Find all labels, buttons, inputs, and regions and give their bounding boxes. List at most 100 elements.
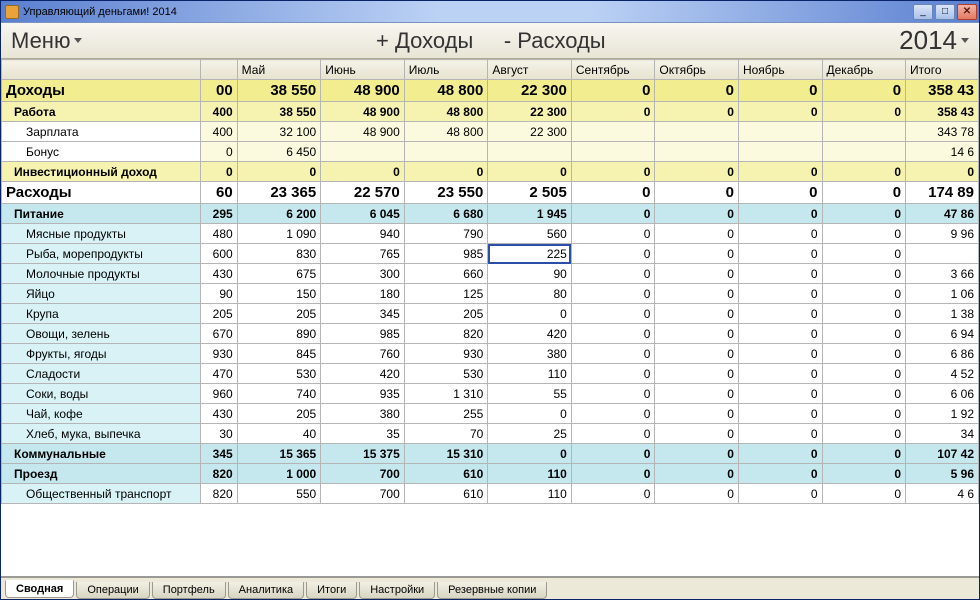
cell[interactable]: 930 xyxy=(404,344,488,364)
cell[interactable]: 0 xyxy=(822,304,906,324)
cell-partial[interactable]: 670 xyxy=(201,324,237,344)
cell[interactable]: 0 xyxy=(655,244,739,264)
cell[interactable]: 22 300 xyxy=(488,102,572,122)
cell[interactable]: 205 xyxy=(237,304,321,324)
cell[interactable]: 40 xyxy=(237,424,321,444)
header-total[interactable]: Итого xyxy=(906,60,979,80)
cell[interactable]: 0 xyxy=(488,162,572,182)
cell[interactable]: 6 680 xyxy=(404,204,488,224)
maximize-button[interactable]: □ xyxy=(935,4,955,20)
cell[interactable]: 0 xyxy=(655,264,739,284)
cell[interactable]: 150 xyxy=(237,284,321,304)
cell-partial[interactable]: 430 xyxy=(201,404,237,424)
row-label[interactable]: Зарплата xyxy=(2,122,201,142)
cell[interactable]: 420 xyxy=(321,364,405,384)
cell-total[interactable]: 343 78 xyxy=(906,122,979,142)
cell[interactable]: 0 xyxy=(655,404,739,424)
cell-partial[interactable]: 470 xyxy=(201,364,237,384)
cell[interactable]: 110 xyxy=(488,364,572,384)
cell[interactable]: 48 900 xyxy=(321,102,405,122)
cell[interactable]: 0 xyxy=(738,364,822,384)
cell[interactable]: 0 xyxy=(822,384,906,404)
cell-partial[interactable]: 345 xyxy=(201,444,237,464)
cell[interactable]: 530 xyxy=(237,364,321,384)
sheet-tab[interactable]: Аналитика xyxy=(228,582,304,599)
cell-partial[interactable]: 0 xyxy=(201,142,237,162)
cell[interactable]: 15 365 xyxy=(237,444,321,464)
cell[interactable]: 0 xyxy=(571,102,655,122)
cell[interactable]: 32 100 xyxy=(237,122,321,142)
sheet-tab[interactable]: Настройки xyxy=(359,582,435,599)
add-expense-button[interactable]: - Расходы xyxy=(504,28,606,53)
cell-total[interactable]: 4 52 xyxy=(906,364,979,384)
row-label[interactable]: Инвестиционный доход xyxy=(2,162,201,182)
cell[interactable]: 0 xyxy=(571,324,655,344)
row-label[interactable]: Коммунальные xyxy=(2,444,201,464)
row-label[interactable]: Бонус xyxy=(2,142,201,162)
cell[interactable]: 23 550 xyxy=(404,182,488,204)
cell[interactable]: 1 945 xyxy=(488,204,572,224)
header-month-3[interactable]: Август xyxy=(488,60,572,80)
cell[interactable]: 0 xyxy=(738,224,822,244)
header-month-1[interactable]: Июнь xyxy=(321,60,405,80)
cell[interactable]: 48 900 xyxy=(321,122,405,142)
cell[interactable]: 0 xyxy=(822,162,906,182)
cell[interactable]: 205 xyxy=(237,404,321,424)
row-label[interactable]: Крупа xyxy=(2,304,201,324)
row-label[interactable]: Доходы xyxy=(2,80,201,102)
cell[interactable]: 6 045 xyxy=(321,204,405,224)
cell[interactable]: 0 xyxy=(571,464,655,484)
cell[interactable]: 380 xyxy=(488,344,572,364)
cell[interactable]: 0 xyxy=(822,284,906,304)
cell-partial[interactable]: 400 xyxy=(201,122,237,142)
cell[interactable]: 55 xyxy=(488,384,572,404)
cell[interactable]: 0 xyxy=(822,80,906,102)
cell[interactable]: 0 xyxy=(571,204,655,224)
cell[interactable]: 0 xyxy=(738,264,822,284)
close-button[interactable]: ✕ xyxy=(957,4,977,20)
cell[interactable]: 48 800 xyxy=(404,102,488,122)
cell[interactable]: 0 xyxy=(655,304,739,324)
cell-total[interactable]: 47 86 xyxy=(906,204,979,224)
cell[interactable]: 110 xyxy=(488,484,572,504)
cell[interactable]: 0 xyxy=(655,324,739,344)
row-label[interactable]: Фрукты, ягоды xyxy=(2,344,201,364)
cell[interactable]: 0 xyxy=(655,424,739,444)
cell[interactable]: 22 570 xyxy=(321,182,405,204)
cell[interactable]: 0 xyxy=(488,404,572,424)
cell-partial[interactable]: 960 xyxy=(201,384,237,404)
cell[interactable]: 0 xyxy=(571,304,655,324)
cell[interactable]: 0 xyxy=(488,444,572,464)
cell[interactable]: 0 xyxy=(571,182,655,204)
row-label[interactable]: Овощи, зелень xyxy=(2,324,201,344)
cell[interactable]: 255 xyxy=(404,404,488,424)
cell[interactable]: 0 xyxy=(822,364,906,384)
cell[interactable]: 22 300 xyxy=(488,80,572,102)
cell[interactable]: 125 xyxy=(404,284,488,304)
cell[interactable]: 0 xyxy=(738,404,822,424)
cell[interactable] xyxy=(822,142,906,162)
cell[interactable]: 48 900 xyxy=(321,80,405,102)
cell[interactable]: 790 xyxy=(404,224,488,244)
cell[interactable]: 0 xyxy=(738,244,822,264)
cell[interactable]: 0 xyxy=(655,162,739,182)
cell[interactable]: 300 xyxy=(321,264,405,284)
cell-total[interactable]: 1 92 xyxy=(906,404,979,424)
cell[interactable]: 935 xyxy=(321,384,405,404)
cell[interactable] xyxy=(738,142,822,162)
cell[interactable]: 0 xyxy=(738,204,822,224)
cell-total[interactable]: 5 96 xyxy=(906,464,979,484)
cell[interactable]: 15 310 xyxy=(404,444,488,464)
cell[interactable]: 0 xyxy=(655,364,739,384)
cell[interactable]: 345 xyxy=(321,304,405,324)
cell[interactable]: 22 300 xyxy=(488,122,572,142)
cell[interactable]: 2 505 xyxy=(488,182,572,204)
cell-total[interactable]: 3 66 xyxy=(906,264,979,284)
row-label[interactable]: Рыба, морепродукты xyxy=(2,244,201,264)
cell-total[interactable]: 4 6 xyxy=(906,484,979,504)
cell[interactable]: 550 xyxy=(237,484,321,504)
header-month-7[interactable]: Декабрь xyxy=(822,60,906,80)
cell[interactable]: 0 xyxy=(738,80,822,102)
cell[interactable]: 0 xyxy=(571,264,655,284)
cell[interactable]: 0 xyxy=(738,424,822,444)
